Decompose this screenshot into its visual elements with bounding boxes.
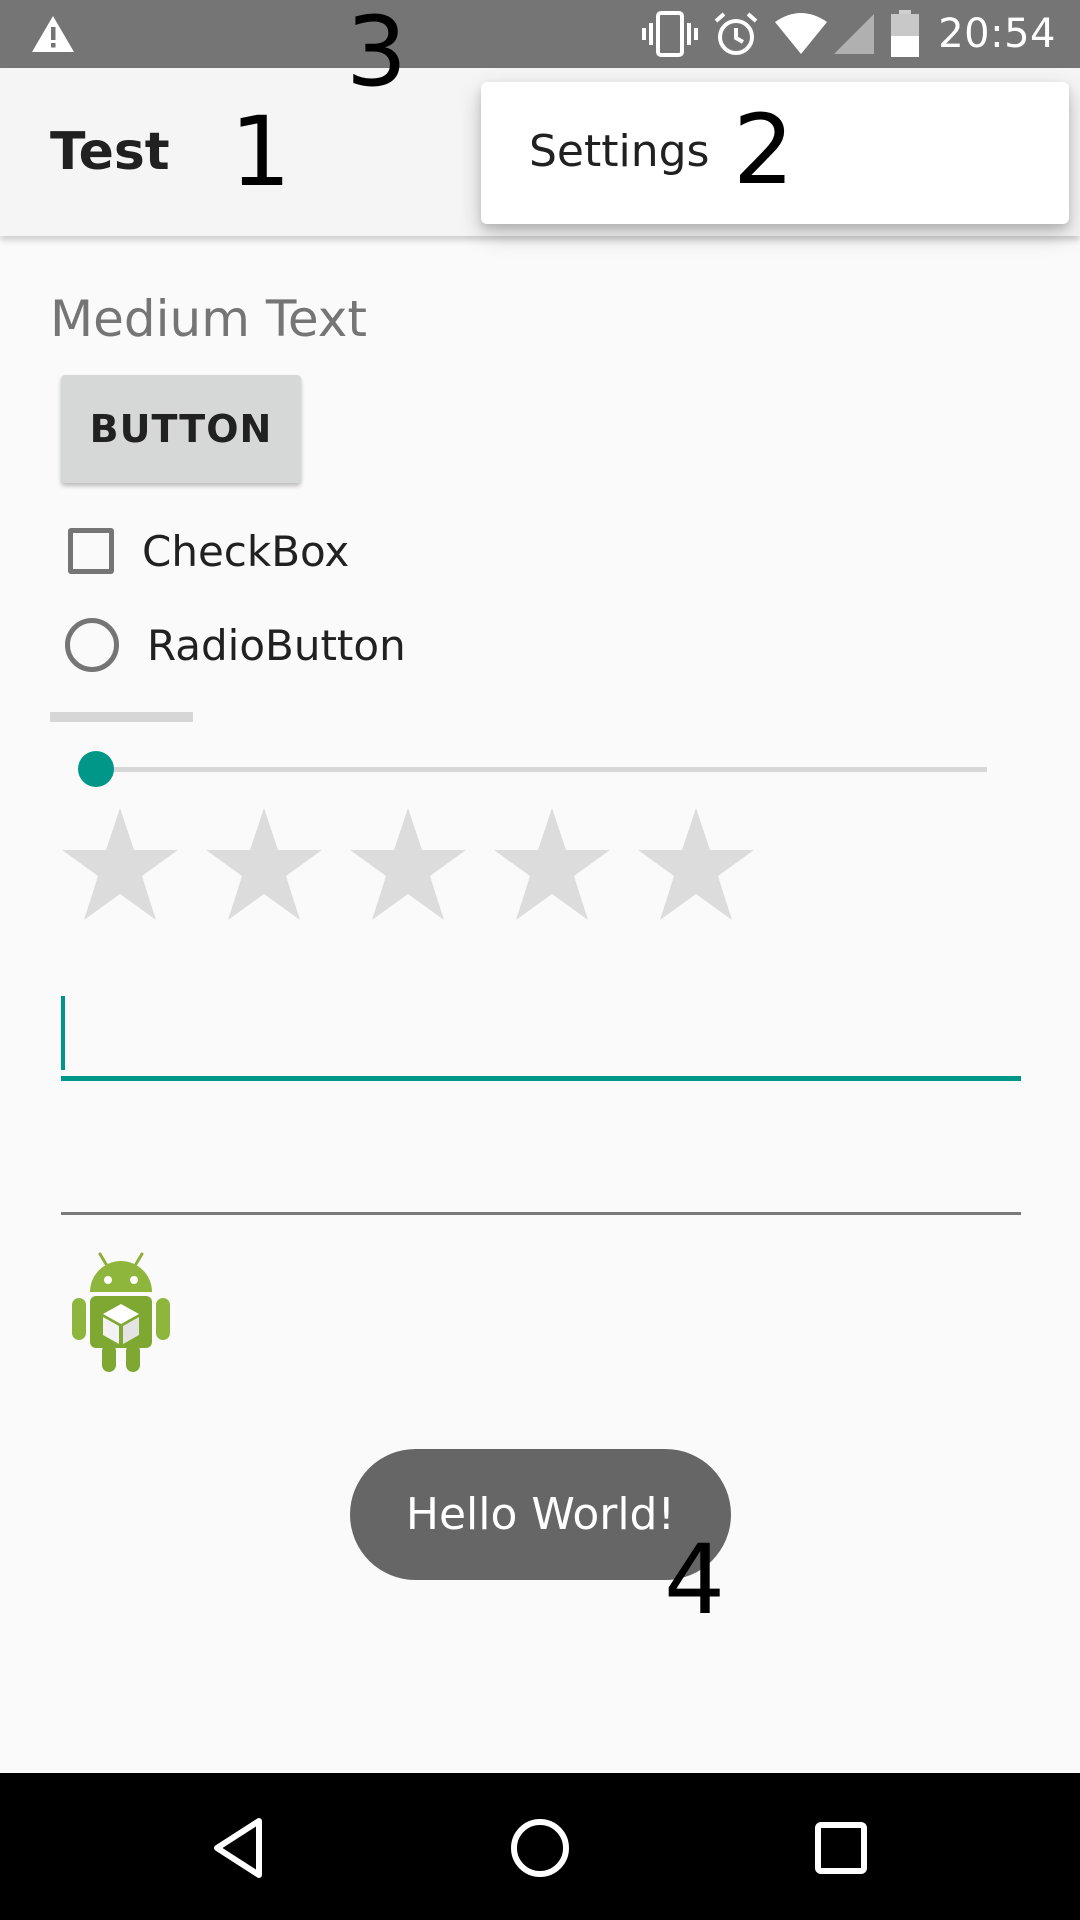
- radio-button[interactable]: RadioButton: [65, 613, 406, 677]
- progress-bar: [50, 712, 193, 722]
- edit-underline-active: [61, 1076, 1021, 1081]
- status-time: 20:54: [938, 11, 1056, 57]
- edit-underline: [61, 1212, 1021, 1215]
- alarm-icon: [714, 12, 758, 55]
- star-icon[interactable]: [202, 806, 346, 926]
- star-icon[interactable]: [634, 806, 778, 926]
- android-robot-icon: [72, 1252, 170, 1372]
- seekbar-thumb[interactable]: [78, 751, 114, 787]
- signal-icon: [834, 14, 875, 54]
- wifi-icon: [775, 13, 828, 54]
- annotation-1: 1: [230, 96, 292, 208]
- screen: 20:54 Test Settings 1 2 3 Medium Text BU…: [0, 0, 1080, 1920]
- seekbar[interactable]: [78, 748, 987, 790]
- back-icon[interactable]: [205, 1813, 275, 1883]
- star-icon[interactable]: [346, 806, 490, 926]
- rating-bar[interactable]: [58, 806, 778, 926]
- seekbar-track[interactable]: [96, 767, 987, 772]
- checkbox[interactable]: CheckBox: [68, 520, 349, 582]
- vibrate-icon: [642, 11, 699, 57]
- warning-icon: [32, 16, 74, 52]
- text-cursor: [61, 996, 65, 1070]
- annotation-4: 4: [664, 1524, 726, 1636]
- navigation-bar: [0, 1773, 1080, 1920]
- status-icons: 20:54: [628, 8, 1056, 60]
- star-icon[interactable]: [58, 806, 202, 926]
- star-icon[interactable]: [490, 806, 634, 926]
- menu-item-settings[interactable]: Settings: [529, 126, 709, 177]
- checkbox-label: CheckBox: [142, 526, 350, 576]
- status-bar: 20:54: [0, 0, 1080, 68]
- app-title: Test: [50, 122, 170, 182]
- edit-text-focused[interactable]: [61, 996, 1021, 1082]
- button[interactable]: BUTTON: [61, 375, 301, 483]
- edit-text[interactable]: [61, 1130, 1021, 1216]
- annotation-2: 2: [733, 94, 795, 206]
- toast-message: Hello World!: [405, 1489, 676, 1540]
- annotation-3: 3: [346, 0, 408, 108]
- radio-label: RadioButton: [147, 620, 406, 670]
- home-icon[interactable]: [505, 1813, 575, 1883]
- radio-circle[interactable]: [65, 618, 119, 672]
- battery-icon: [891, 10, 920, 57]
- medium-text: Medium Text: [50, 290, 367, 348]
- recents-icon[interactable]: [806, 1813, 876, 1883]
- checkbox-box[interactable]: [68, 528, 114, 574]
